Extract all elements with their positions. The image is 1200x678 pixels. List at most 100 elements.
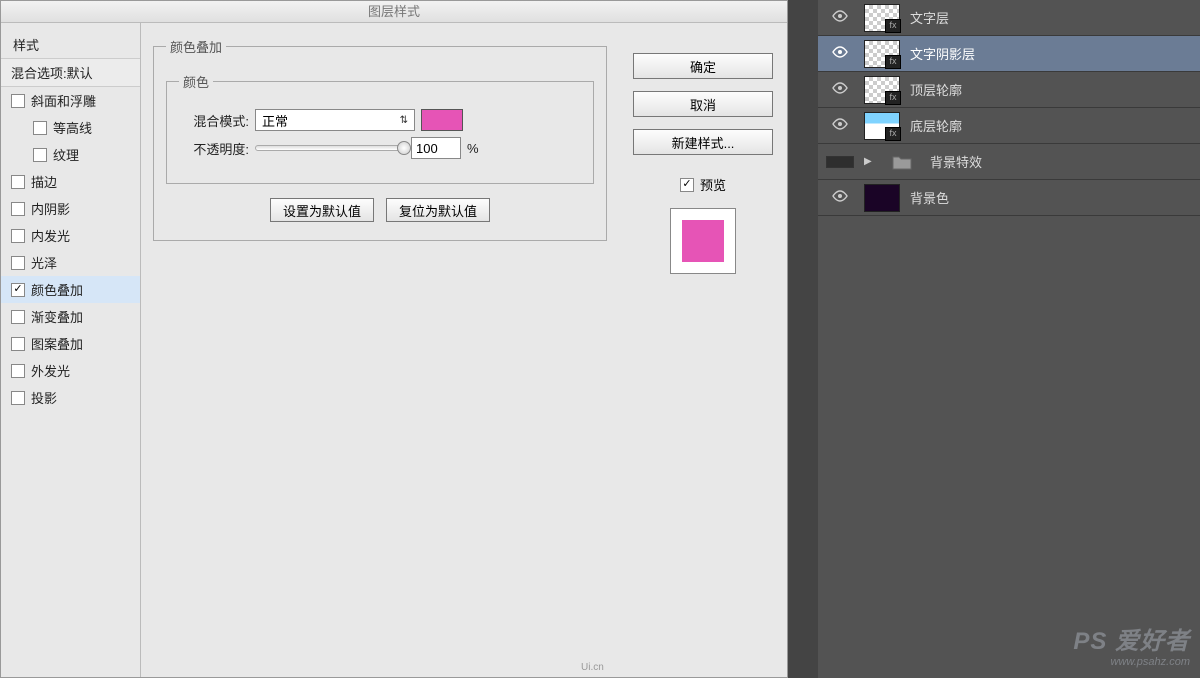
color-subgroup: 颜色 混合模式: 正常 ⇅ 不透明度: (166, 72, 594, 184)
blend-mode-value: 正常 (262, 111, 288, 130)
set-default-button[interactable]: 设置为默认值 (270, 198, 374, 222)
checkbox[interactable] (11, 364, 25, 378)
opacity-unit: % (467, 141, 479, 156)
visibility-icon[interactable] (826, 118, 854, 133)
layer-row-bg-color[interactable]: 背景色 (818, 180, 1200, 216)
checkbox[interactable] (11, 283, 25, 297)
style-color-overlay[interactable]: 颜色叠加 (1, 276, 140, 303)
style-inner-shadow[interactable]: 内阴影 (1, 195, 140, 222)
cancel-button[interactable]: 取消 (633, 91, 773, 117)
chevron-updown-icon: ⇅ (400, 115, 408, 126)
checkbox[interactable] (11, 256, 25, 270)
style-label: 纹理 (53, 145, 79, 164)
folder-icon (884, 148, 920, 176)
checkbox[interactable] (11, 310, 25, 324)
layer-thumbnail: fx (864, 40, 900, 68)
slider-thumb-icon[interactable] (397, 141, 411, 155)
color-overlay-group: 颜色叠加 颜色 混合模式: 正常 ⇅ 不透明度: (153, 37, 607, 241)
style-label: 颜色叠加 (31, 280, 83, 299)
ok-button[interactable]: 确定 (633, 53, 773, 79)
dialog-title: 图层样式 (1, 1, 787, 23)
layer-row-bottom-outline[interactable]: fx 底层轮廓 (818, 108, 1200, 144)
watermark-url: www.psahz.com (1073, 656, 1190, 668)
layer-thumbnail: fx (864, 4, 900, 32)
opacity-input[interactable] (411, 137, 461, 159)
style-bevel[interactable]: 斜面和浮雕 (1, 87, 140, 114)
layer-row-bg-effects[interactable]: ▶ 背景特效 (818, 144, 1200, 180)
checkbox[interactable] (33, 148, 47, 162)
styles-sidebar: 样式 混合选项:默认 斜面和浮雕 等高线 纹理 描边 内阴影 内发光 光泽 颜色… (1, 23, 141, 677)
preview-checkbox[interactable] (680, 178, 694, 192)
styles-header[interactable]: 样式 (1, 33, 140, 58)
style-label: 描边 (31, 172, 57, 191)
fx-badge-icon: fx (885, 127, 901, 141)
preview-box (670, 208, 736, 274)
layer-thumbnail: fx (864, 76, 900, 104)
style-label: 投影 (31, 388, 57, 407)
settings-panel: 颜色叠加 颜色 混合模式: 正常 ⇅ 不透明度: (141, 23, 619, 677)
visibility-icon[interactable] (826, 82, 854, 97)
preview-label: 预览 (700, 175, 726, 194)
checkbox[interactable] (11, 175, 25, 189)
checkbox[interactable] (11, 391, 25, 405)
visibility-icon[interactable] (826, 190, 854, 205)
style-label: 内发光 (31, 226, 70, 245)
fx-badge-icon: fx (885, 19, 901, 33)
layer-name: 文字层 (910, 8, 1192, 27)
style-drop-shadow[interactable]: 投影 (1, 384, 140, 411)
checkbox[interactable] (33, 121, 47, 135)
layer-name: 背景色 (910, 188, 1192, 207)
layer-row-top-outline[interactable]: fx 顶层轮廓 (818, 72, 1200, 108)
checkbox[interactable] (11, 337, 25, 351)
new-style-button[interactable]: 新建样式... (633, 129, 773, 155)
style-satin[interactable]: 光泽 (1, 249, 140, 276)
blend-options-item[interactable]: 混合选项:默认 (1, 58, 140, 87)
visibility-icon-off[interactable] (826, 156, 854, 168)
style-inner-glow[interactable]: 内发光 (1, 222, 140, 249)
fx-badge-icon: fx (885, 55, 901, 69)
layer-style-dialog: 图层样式 样式 混合选项:默认 斜面和浮雕 等高线 纹理 描边 内阴影 内发光 … (0, 0, 788, 678)
layer-name: 文字阴影层 (910, 44, 1192, 63)
style-outer-glow[interactable]: 外发光 (1, 357, 140, 384)
layer-thumbnail: fx (864, 112, 900, 140)
visibility-icon[interactable] (826, 10, 854, 25)
layer-name: 背景特效 (930, 152, 1192, 171)
reset-default-button[interactable]: 复位为默认值 (386, 198, 490, 222)
opacity-slider[interactable] (255, 145, 405, 151)
style-label: 渐变叠加 (31, 307, 83, 326)
subgroup-title: 颜色 (179, 72, 213, 91)
layer-row-text[interactable]: fx 文字层 (818, 0, 1200, 36)
watermark: PS 爱好者 www.psahz.com (1073, 621, 1190, 668)
blend-mode-label: 混合模式: (179, 111, 249, 130)
style-label: 图案叠加 (31, 334, 83, 353)
checkbox[interactable] (11, 202, 25, 216)
style-contour[interactable]: 等高线 (1, 114, 140, 141)
style-label: 内阴影 (31, 199, 70, 218)
layer-name: 顶层轮廓 (910, 80, 1192, 99)
style-label: 光泽 (31, 253, 57, 272)
blend-mode-select[interactable]: 正常 ⇅ (255, 109, 415, 131)
expand-icon[interactable]: ▶ (864, 156, 874, 167)
style-pattern-overlay[interactable]: 图案叠加 (1, 330, 140, 357)
layer-row-text-shadow[interactable]: fx 文字阴影层 (818, 36, 1200, 72)
style-stroke[interactable]: 描边 (1, 168, 140, 195)
dialog-actions: 确定 取消 新建样式... 预览 (619, 23, 787, 677)
checkbox[interactable] (11, 94, 25, 108)
visibility-icon[interactable] (826, 46, 854, 61)
fx-badge-icon: fx (885, 91, 901, 105)
layer-name: 底层轮廓 (910, 116, 1192, 135)
footer-badge: Ui.cn (581, 662, 604, 673)
watermark-text: PS 爱好者 (1073, 621, 1190, 656)
opacity-label: 不透明度: (179, 139, 249, 158)
layer-thumbnail (864, 184, 900, 212)
color-swatch[interactable] (421, 109, 463, 131)
style-label: 外发光 (31, 361, 70, 380)
style-label: 等高线 (53, 118, 92, 137)
style-label: 斜面和浮雕 (31, 91, 96, 110)
preview-swatch (682, 220, 724, 262)
checkbox[interactable] (11, 229, 25, 243)
layers-panel: fx 文字层 fx 文字阴影层 fx 顶层轮廓 fx 底层轮廓 ▶ 背景特效 (818, 0, 1200, 678)
style-texture[interactable]: 纹理 (1, 141, 140, 168)
style-gradient-overlay[interactable]: 渐变叠加 (1, 303, 140, 330)
group-title: 颜色叠加 (166, 37, 226, 56)
